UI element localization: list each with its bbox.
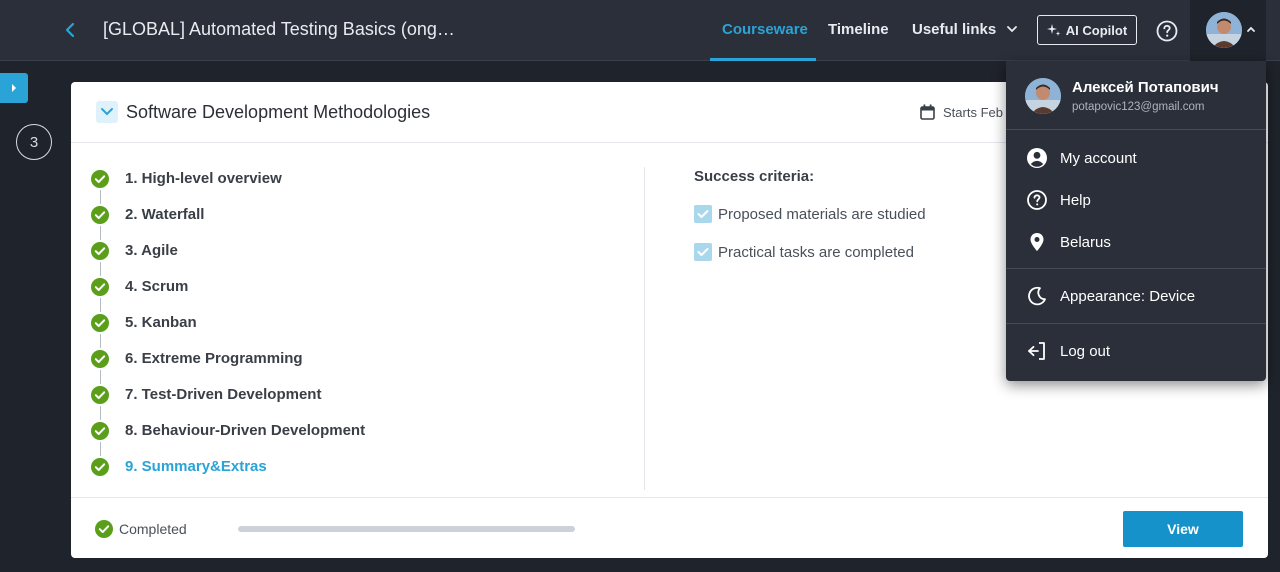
caret-right-icon — [12, 84, 16, 92]
calendar-icon — [920, 104, 935, 120]
lesson-label: 4. Scrum — [125, 278, 189, 295]
sidebar-expand-button[interactable] — [0, 73, 28, 103]
timeline-connector — [99, 226, 101, 240]
tab-useful-links[interactable]: Useful links — [912, 21, 1018, 38]
criterion-item: Proposed materials are studied — [694, 205, 926, 223]
lesson-label: 1. High-level overview — [125, 170, 282, 187]
timeline-connector — [99, 298, 101, 312]
check-circle-icon — [91, 314, 109, 332]
menu-item-location[interactable]: Belarus — [1006, 221, 1266, 263]
lesson-label: 7. Test-Driven Development — [125, 386, 322, 403]
timeline-connector — [99, 406, 101, 420]
menu-item-appearance[interactable]: Appearance: Device — [1006, 275, 1266, 317]
check-circle-icon — [91, 350, 109, 368]
account-circle-icon — [1027, 148, 1047, 168]
sparkle-icon — [1046, 24, 1061, 36]
timeline-connector — [99, 370, 101, 384]
lesson-label: 2. Waterfall — [125, 206, 205, 223]
success-criteria-title: Success criteria: — [694, 168, 815, 185]
avatar — [1025, 78, 1061, 114]
start-date-label: Starts Feb — [943, 104, 1003, 120]
progress-bar — [238, 526, 575, 532]
menu-item-log-out[interactable]: Log out — [1006, 330, 1266, 372]
back-chevron-icon[interactable] — [60, 18, 80, 42]
criterion-item: Practical tasks are completed — [694, 243, 926, 261]
check-circle-icon — [91, 242, 109, 260]
help-icon[interactable] — [1155, 19, 1179, 43]
active-tab-indicator — [710, 58, 816, 61]
section-title: Software Development Methodologies — [126, 102, 431, 122]
checkbox-checked-icon — [694, 243, 712, 261]
lesson-label: 9. Summary&Extras — [125, 458, 267, 475]
menu-item-label: Appearance: Device — [1060, 287, 1196, 305]
check-circle-icon — [91, 422, 109, 440]
avatar[interactable] — [1206, 12, 1242, 48]
lesson-item[interactable]: 4. Scrum — [91, 276, 411, 312]
user-name: Алексей Потапович — [1072, 79, 1219, 96]
lesson-item[interactable]: 5. Kanban — [91, 312, 411, 348]
menu-item-help[interactable]: Help — [1006, 179, 1266, 221]
lesson-label: 5. Kanban — [125, 314, 197, 331]
timeline-connector — [99, 262, 101, 276]
moon-icon — [1028, 286, 1046, 306]
column-divider — [644, 167, 645, 490]
timeline-connector — [99, 190, 101, 204]
useful-links-label: Useful links — [912, 21, 997, 38]
menu-item-my-account[interactable]: My account — [1006, 137, 1266, 179]
chevron-up-icon — [1247, 26, 1255, 32]
lesson-item[interactable]: 2. Waterfall — [91, 204, 411, 240]
lesson-item[interactable]: 7. Test-Driven Development — [91, 384, 411, 420]
check-circle-icon — [91, 170, 109, 188]
chevron-down-icon — [101, 108, 113, 116]
lesson-item[interactable]: 9. Summary&Extras — [91, 456, 411, 492]
course-title: [GLOBAL] Automated Testing Basics (ong… — [103, 19, 455, 39]
chevron-down-icon — [1007, 26, 1018, 33]
collapse-button[interactable] — [96, 101, 118, 123]
menu-item-label: My account — [1060, 149, 1137, 167]
start-date: Starts Feb — [920, 104, 1003, 120]
check-circle-icon — [91, 278, 109, 296]
menu-divider — [1006, 268, 1266, 269]
ai-copilot-button[interactable]: AI Copilot — [1037, 15, 1137, 45]
user-info: Алексей Потапович potapovic123@gmail.com — [1006, 61, 1266, 130]
criterion-label: Practical tasks are completed — [718, 243, 914, 261]
success-criteria: Success criteria: Proposed materials are… — [694, 168, 926, 261]
check-circle-icon — [91, 386, 109, 404]
check-circle-icon — [91, 206, 109, 224]
user-dropdown-menu: Алексей Потапович potapovic123@gmail.com… — [1006, 61, 1266, 381]
view-button[interactable]: View — [1123, 511, 1243, 547]
tab-courseware[interactable]: Courseware — [722, 21, 808, 38]
criterion-label: Proposed materials are studied — [718, 205, 926, 223]
logout-icon — [1028, 342, 1045, 360]
check-circle-icon — [95, 520, 113, 538]
lesson-label: 3. Agile — [125, 242, 178, 259]
lesson-label: 8. Behaviour-Driven Development — [125, 422, 366, 439]
help-icon — [1027, 190, 1047, 210]
lesson-label: 6. Extreme Programming — [125, 350, 303, 367]
section-footer: Completed View — [71, 497, 1268, 558]
user-email: potapovic123@gmail.com — [1072, 101, 1205, 113]
timeline-connector — [99, 442, 101, 456]
ai-copilot-label: AI Copilot — [1065, 22, 1128, 38]
lesson-list: 1. High-level overview 2. Waterfall 3. Agi… — [91, 168, 411, 492]
step-number-badge[interactable]: 3 — [16, 124, 52, 160]
menu-divider — [1006, 323, 1266, 324]
progress-fill — [238, 526, 575, 532]
check-circle-icon — [91, 458, 109, 476]
menu-item-label: Help — [1060, 191, 1091, 209]
lesson-item[interactable]: 6. Extreme Programming — [91, 348, 411, 384]
lesson-item[interactable]: 3. Agile — [91, 240, 411, 276]
location-pin-icon — [1030, 233, 1044, 251]
menu-item-label: Belarus — [1060, 233, 1111, 251]
checkbox-checked-icon — [694, 205, 712, 223]
completion-status: Completed — [95, 520, 187, 538]
tab-timeline[interactable]: Timeline — [828, 21, 889, 38]
status-label: Completed — [119, 521, 187, 537]
timeline-connector — [99, 334, 101, 348]
menu-item-label: Log out — [1060, 342, 1111, 360]
lesson-item[interactable]: 8. Behaviour-Driven Development — [91, 420, 411, 456]
top-bar: [GLOBAL] Automated Testing Basics (ong… … — [0, 0, 1280, 61]
lesson-item[interactable]: 1. High-level overview — [91, 168, 411, 204]
